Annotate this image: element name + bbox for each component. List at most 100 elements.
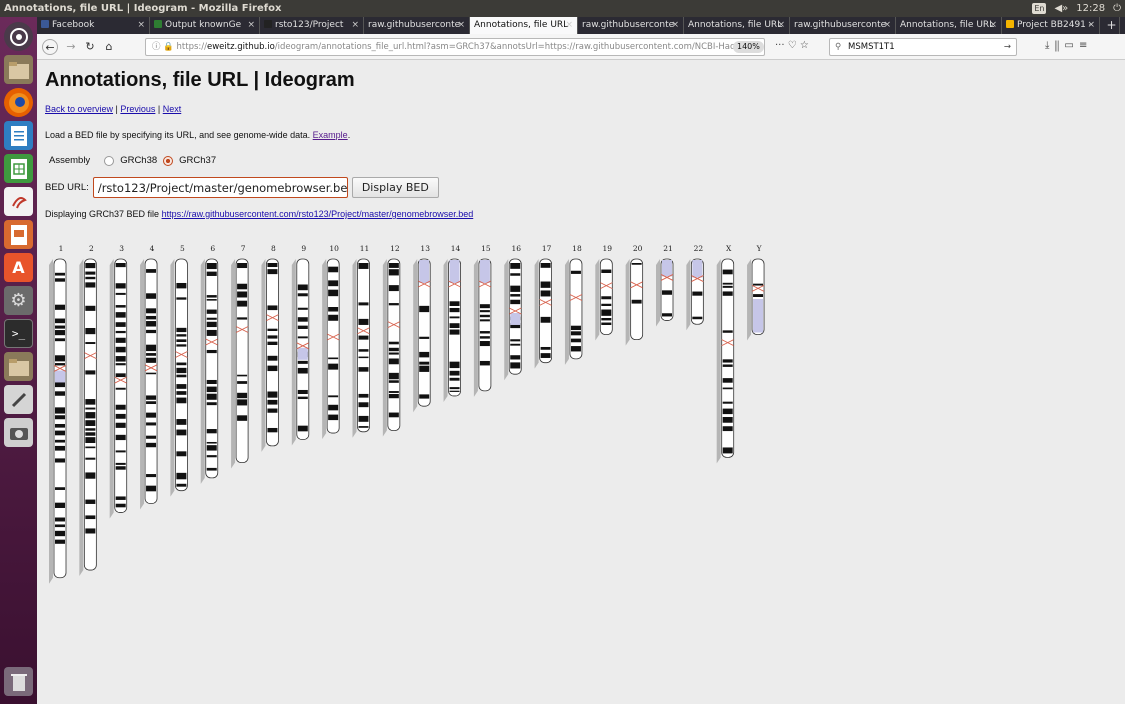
- page-actions-icons[interactable]: ··· ♡ ☆: [775, 40, 809, 51]
- files-icon[interactable]: [4, 55, 33, 84]
- tab-10[interactable]: Project BB2491 - ×: [1002, 17, 1100, 34]
- dark-band: [146, 422, 157, 426]
- home-button[interactable]: ⌂: [101, 39, 117, 55]
- tab-close-icon[interactable]: ×: [671, 17, 679, 34]
- dark-band: [419, 336, 430, 339]
- chromosome-15: 15: [473, 244, 492, 397]
- reload-button[interactable]: ↻: [82, 39, 98, 55]
- dark-band: [115, 387, 126, 390]
- trash-icon[interactable]: [4, 667, 33, 696]
- toolbar-icons[interactable]: ⤓ ⫼ ▭ ≡: [1045, 40, 1088, 51]
- settings-icon[interactable]: ⚙: [4, 286, 33, 315]
- tab-close-icon[interactable]: ×: [883, 17, 891, 34]
- impress-icon[interactable]: [4, 220, 33, 249]
- tab-close-icon[interactable]: ×: [137, 17, 145, 34]
- tab-close-icon[interactable]: ×: [247, 17, 255, 34]
- annotation-track: [747, 259, 752, 341]
- dash-home-icon[interactable]: [4, 22, 33, 51]
- calc-icon[interactable]: [4, 154, 33, 183]
- grch37-radio[interactable]: [163, 155, 174, 166]
- back-to-overview-link[interactable]: Back to overview: [45, 104, 113, 114]
- tab-close-icon[interactable]: ×: [777, 17, 785, 34]
- tab-6[interactable]: raw.githubuserconte ×: [578, 17, 684, 34]
- chromosome-7: 7: [231, 244, 249, 469]
- files-icon-2[interactable]: [4, 352, 33, 381]
- tab-close-icon[interactable]: ×: [457, 17, 465, 34]
- dark-band: [388, 358, 399, 365]
- back-button[interactable]: ←: [42, 39, 58, 55]
- terminal-icon[interactable]: >_: [4, 319, 33, 348]
- chromosome-17: 17: [534, 244, 553, 369]
- dark-band: [115, 466, 126, 470]
- tab-favicon-icon: [41, 20, 49, 28]
- chromosome-label: 15: [481, 244, 491, 253]
- dark-band: [601, 296, 612, 300]
- dark-band: [55, 304, 65, 310]
- tab-close-icon[interactable]: ×: [351, 17, 359, 34]
- tab-close-icon[interactable]: ×: [565, 17, 573, 34]
- tab-close-icon[interactable]: ×: [1087, 17, 1095, 34]
- chromosome-body: [569, 258, 583, 360]
- dark-band: [176, 327, 187, 333]
- previous-link[interactable]: Previous: [120, 104, 155, 114]
- info-icon[interactable]: ⓘ: [152, 42, 161, 52]
- chromosome-Y: Y: [747, 244, 765, 341]
- dark-band: [722, 378, 733, 383]
- tab-7[interactable]: Annotations, file URL ×: [684, 17, 790, 34]
- annotation-track: [716, 259, 721, 464]
- dark-band: [146, 372, 157, 375]
- dark-band: [115, 356, 126, 362]
- dark-band: [358, 415, 369, 422]
- bed-url-input[interactable]: [92, 177, 348, 198]
- tab-3[interactable]: rsto123/Project ×: [260, 17, 364, 34]
- tab-1[interactable]: Facebook ×: [37, 17, 150, 34]
- dark-band: [176, 391, 187, 395]
- ebook-reader-icon[interactable]: [4, 187, 33, 216]
- bed-url-row: BED URL: Display BED: [45, 177, 439, 198]
- dark-band: [55, 539, 65, 544]
- tab-9[interactable]: Annotations, file URL ×: [896, 17, 1002, 34]
- display-bed-button[interactable]: Display BED: [351, 177, 439, 198]
- chromosome-9: 9: [291, 244, 310, 446]
- text-editor-icon[interactable]: [4, 385, 33, 414]
- grch37-label[interactable]: GRCh37: [179, 155, 216, 166]
- dark-band: [267, 365, 278, 372]
- dark-band: [449, 377, 460, 381]
- volume-icon[interactable]: ◀»: [1054, 0, 1068, 17]
- keyboard-layout-indicator[interactable]: En: [1032, 3, 1047, 14]
- forward-button[interactable]: →: [63, 39, 79, 55]
- power-icon[interactable]: ⏻: [1113, 0, 1121, 17]
- tab-4[interactable]: raw.githubuserconte ×: [364, 17, 470, 34]
- ideogram: 1 2 3 4 5 6 7 8 9 10 11 12 13 14 15 16 17 18 19 20 21 22 X Y: [49, 244, 765, 584]
- lock-icon[interactable]: 🔒: [163, 42, 174, 52]
- chromosome-8: 8: [261, 244, 279, 452]
- tab-close-icon[interactable]: ×: [989, 17, 997, 34]
- tab-5[interactable]: Annotations, file URL ×: [470, 17, 578, 34]
- tab-2[interactable]: Output knownGe ×: [150, 17, 260, 34]
- bed-file-link[interactable]: https://raw.githubusercontent.com/rsto12…: [162, 209, 474, 219]
- search-box[interactable]: ⚲ MSMST1T1 →: [829, 38, 1017, 56]
- dark-band: [55, 439, 65, 443]
- next-link[interactable]: Next: [163, 104, 182, 114]
- firefox-icon[interactable]: [4, 88, 33, 117]
- grch38-label[interactable]: GRCh38: [120, 155, 157, 166]
- dark-band: [328, 363, 339, 370]
- zoom-indicator[interactable]: 140%: [733, 41, 764, 53]
- writer-icon[interactable]: [4, 121, 33, 150]
- annotation-track: [231, 259, 236, 469]
- dark-band: [206, 295, 217, 298]
- dark-band: [206, 441, 217, 444]
- url-bar[interactable]: ⓘ 🔒 https://eweitz.github.io/ideogram/an…: [145, 38, 765, 56]
- dark-band: [237, 291, 248, 298]
- tab-8[interactable]: raw.githubuserconte ×: [790, 17, 896, 34]
- example-link[interactable]: Example: [313, 130, 348, 140]
- camera-icon[interactable]: [4, 418, 33, 447]
- clock[interactable]: 12:28: [1076, 0, 1105, 17]
- dark-band: [449, 323, 460, 329]
- tab-label: Output knownGe: [165, 20, 242, 30]
- search-go-icon[interactable]: →: [1004, 39, 1011, 55]
- software-center-icon[interactable]: A: [4, 253, 33, 282]
- grch38-radio[interactable]: [104, 155, 115, 166]
- new-tab-icon[interactable]: +: [1100, 17, 1120, 34]
- tab-strip: Facebook × Output knownGe × rsto123/Project ×…: [37, 17, 1125, 34]
